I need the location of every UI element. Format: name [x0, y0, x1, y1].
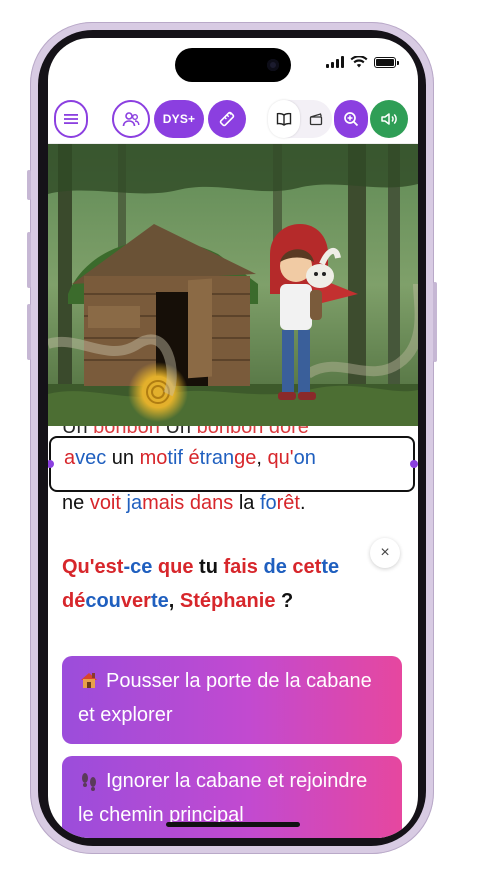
story-illustration: [48, 144, 418, 426]
syllable: fais: [223, 556, 264, 578]
ruler-icon: [219, 111, 235, 127]
zoom-in-icon: [344, 112, 359, 127]
house-icon: [81, 673, 97, 688]
reading-ruler[interactable]: avec un motif étrange, qu'on: [48, 436, 418, 492]
sound-button[interactable]: [370, 100, 408, 138]
side-button-left-1: [27, 170, 31, 200]
ruler-handle-left[interactable]: [48, 460, 54, 468]
syllable: ne: [62, 492, 90, 514]
syllable: ,: [256, 447, 268, 469]
syllable: tran: [199, 447, 235, 469]
syllable: ?: [275, 590, 294, 612]
choice-label: Ignorer la cabane et rejoindre le chemin…: [78, 770, 368, 826]
syllable: rêt: [276, 492, 300, 514]
syllable: mo: [139, 447, 168, 469]
wifi-icon: [350, 56, 368, 68]
speaker-icon: [381, 113, 397, 125]
syllable: de: [263, 556, 293, 578]
choice-label: Pousser la porte de la cabane et explore…: [78, 670, 372, 726]
reading-area: Un bonbon Un bonbon dore avec un motif é…: [48, 426, 418, 838]
hamburger-menu-icon: [64, 114, 78, 124]
camera-icon: [267, 59, 279, 71]
syllable: mais: [142, 492, 190, 514]
users-icon: [122, 112, 140, 127]
status-bar: [326, 56, 399, 68]
question-line-2: découverte, Stéphanie ?: [62, 584, 402, 618]
app-screen: DYS+ Un bonbon Un bonbon dore avec un mo…: [48, 38, 418, 838]
syllable: fo: [259, 492, 277, 514]
syllable: ja: [126, 492, 143, 514]
choice-button-explore[interactable]: Pousser la porte de la cabane et explore…: [62, 656, 402, 744]
syllable: cou: [85, 590, 121, 612]
syllable: a: [64, 447, 76, 469]
syllable: cet: [292, 556, 322, 578]
syllable: voit: [89, 492, 127, 514]
view-mode-toggle: [268, 100, 332, 138]
book-mode-button[interactable]: [268, 100, 300, 138]
next-line: ne voit jamais dans la forêt.: [62, 486, 404, 520]
syllable: é: [188, 447, 200, 469]
battery-icon: [374, 56, 399, 68]
dys-button[interactable]: DYS+: [154, 100, 204, 138]
syllable: te: [321, 556, 340, 578]
reader-toolbar: DYS+: [48, 96, 418, 144]
syllable: tif: [167, 447, 189, 469]
book-open-icon: [276, 112, 292, 126]
side-button-left-2: [27, 232, 31, 288]
syllable: tu: [199, 556, 224, 578]
syllable: on: [293, 447, 316, 469]
story-question: Qu'est-ce que tu fais de cette découvert…: [62, 550, 402, 618]
syllable: ver: [120, 590, 151, 612]
question-line-1: Qu'est-ce que tu fais de cette: [62, 550, 402, 584]
profile-button[interactable]: [112, 100, 150, 138]
ruler-button[interactable]: [208, 100, 246, 138]
signal-icon: [326, 56, 344, 68]
dynamic-island: [175, 48, 291, 82]
zoom-button[interactable]: [334, 100, 368, 138]
syllable: qu': [267, 447, 294, 469]
syllable: ge: [234, 447, 257, 469]
syllable: te: [150, 590, 169, 612]
syllable: -ce: [123, 556, 158, 578]
syllable: Qu'est: [62, 556, 124, 578]
focused-line: avec un motif étrange, qu'on: [64, 447, 316, 470]
syllable: la: [238, 492, 260, 514]
menu-button[interactable]: [54, 100, 88, 138]
home-indicator: [166, 822, 300, 827]
syllable: dans: [189, 492, 239, 514]
syllable: vec: [75, 447, 107, 469]
clapperboard-icon: [309, 113, 323, 126]
syllable: .: [299, 492, 306, 514]
syllable: Stéphanie: [179, 590, 276, 612]
side-button-right: [433, 282, 437, 362]
video-mode-button[interactable]: [300, 100, 332, 138]
syllable: dé: [62, 590, 86, 612]
syllable: ,: [168, 590, 180, 612]
side-button-left-3: [27, 304, 31, 360]
syllable: que: [157, 556, 200, 578]
footprints-icon: [82, 773, 96, 791]
syllable: un: [106, 447, 140, 469]
dys-label: DYS+: [162, 112, 196, 126]
ruler-handle-right[interactable]: [410, 460, 418, 468]
